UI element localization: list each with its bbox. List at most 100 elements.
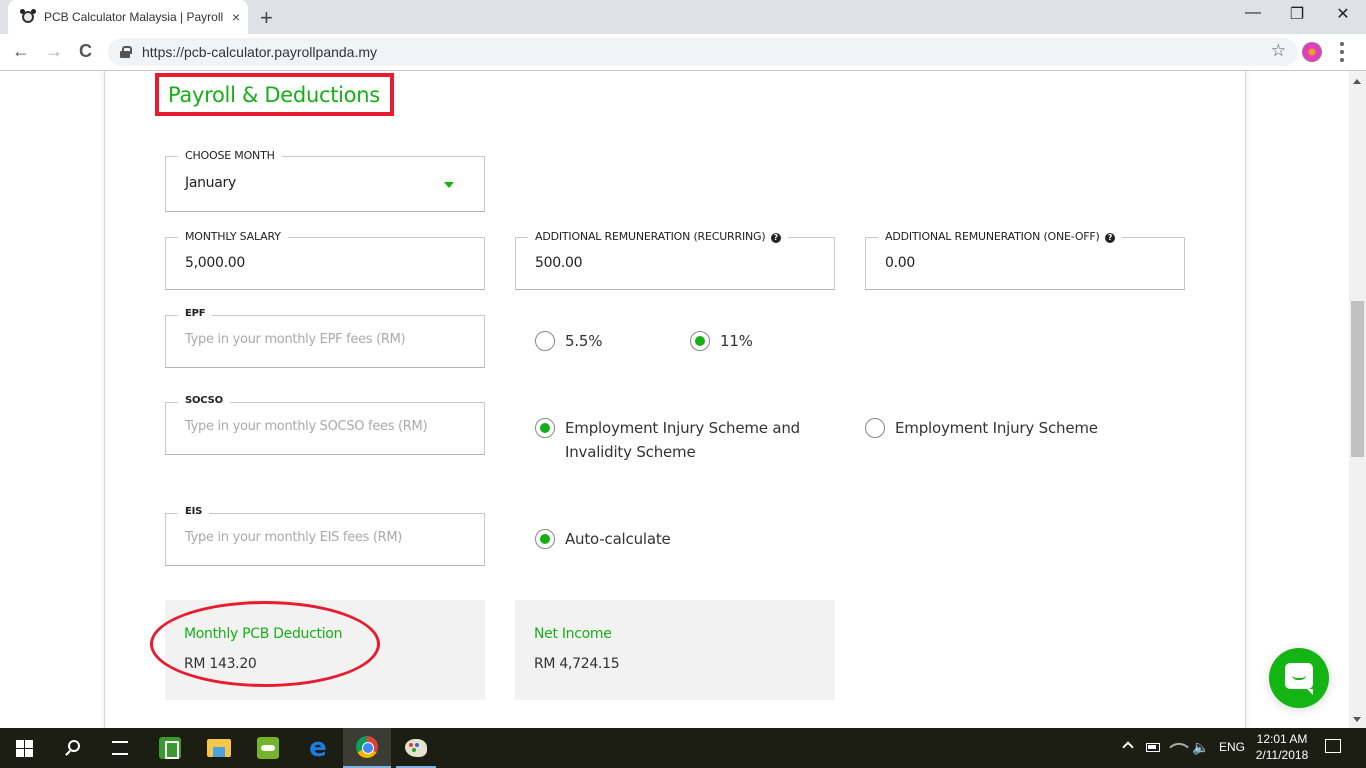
radio-selected-icon[interactable] — [690, 331, 710, 351]
language-indicator[interactable]: ENG — [1219, 740, 1245, 754]
edge-icon: e — [309, 733, 327, 763]
panda-favicon-icon — [20, 9, 36, 25]
taskbar-app-cloud[interactable] — [244, 728, 292, 768]
forward-button[interactable]: → — [45, 41, 63, 62]
socso-option-label: Employment Injury Scheme — [895, 419, 1098, 437]
net-income-value: RM 4,724.15 — [534, 656, 620, 672]
epf-option-label: 11% — [720, 332, 753, 350]
help-icon[interactable]: ? — [1104, 233, 1115, 243]
tab-title: PCB Calculator Malaysia | PayrollPanda — [44, 10, 224, 24]
monthly-salary-field[interactable]: MONTHLY SALARY 5,000.00 — [165, 230, 485, 290]
eis-input[interactable] — [185, 530, 465, 545]
net-income-card: Net Income RM 4,724.15 — [515, 600, 835, 700]
start-button[interactable] — [0, 728, 48, 768]
page-viewport: Payroll & Deductions CHOOSE MONTH Januar… — [0, 71, 1349, 728]
address-bar[interactable]: https://pcb-calculator.payrollpanda.my ☆ — [108, 38, 1298, 66]
browser-tab[interactable]: PCB Calculator Malaysia | PayrollPanda × — [8, 0, 248, 34]
radio-selected-icon[interactable] — [535, 418, 555, 438]
task-view-button[interactable] — [96, 728, 144, 768]
notes-app-icon — [159, 737, 181, 759]
battery-icon[interactable] — [1146, 743, 1160, 752]
radio-unselected-icon[interactable] — [865, 418, 885, 438]
month-select[interactable]: CHOOSE MONTH January — [165, 149, 485, 212]
url-text[interactable]: https://pcb-calculator.payrollpanda.my — [142, 44, 377, 60]
tab-strip: PCB Calculator Malaysia | PayrollPanda ×… — [0, 0, 1366, 34]
socso-option-eis[interactable]: Employment Injury Scheme — [865, 418, 1098, 440]
pcb-result-label: Monthly PCB Deduction — [184, 626, 343, 642]
lock-icon — [120, 46, 132, 58]
taskbar-app-paint[interactable] — [392, 728, 440, 768]
additional-recurring-label-text: ADDITIONAL REMUNERATION (RECURRING) — [535, 230, 766, 243]
socso-field: SOCSO — [165, 395, 485, 455]
epf-label: EPF — [178, 308, 213, 319]
pcb-result-card: Monthly PCB Deduction RM 143.20 — [165, 600, 485, 700]
socso-option-label: Employment Injury Scheme and Invalidity … — [565, 419, 800, 461]
tab-close-icon[interactable]: × — [232, 9, 240, 25]
chrome-icon — [356, 736, 378, 758]
eis-option-auto[interactable]: Auto-calculate — [535, 529, 671, 551]
scroll-thumb[interactable] — [1351, 301, 1364, 457]
bookmark-star-icon[interactable]: ☆ — [1271, 41, 1286, 61]
net-income-label: Net Income — [534, 626, 612, 642]
minimize-button[interactable]: — — [1230, 4, 1276, 22]
show-hidden-icons-chevron-icon[interactable] — [1122, 741, 1134, 753]
windows-logo-icon — [15, 739, 33, 757]
help-icon[interactable]: ? — [770, 233, 781, 243]
additional-oneoff-value[interactable]: 0.00 — [885, 255, 915, 271]
taskbar-search-button[interactable] — [48, 728, 96, 768]
additional-oneoff-label: ADDITIONAL REMUNERATION (ONE-OFF) ? — [878, 230, 1122, 243]
additional-oneoff-field[interactable]: ADDITIONAL REMUNERATION (ONE-OFF) ? 0.00 — [865, 230, 1185, 290]
taskbar-app-file-explorer[interactable] — [195, 728, 243, 768]
browser-toolbar: ← → C https://pcb-calculator.payrollpand… — [0, 34, 1366, 71]
eis-option-label: Auto-calculate — [565, 530, 671, 548]
additional-recurring-value[interactable]: 500.00 — [535, 255, 582, 271]
monthly-salary-label: MONTHLY SALARY — [178, 230, 288, 243]
search-icon — [68, 740, 80, 752]
windows-taskbar: e 🔈 ENG 12:01 AM 2/11/2018 — [0, 728, 1366, 768]
additional-recurring-label: ADDITIONAL REMUNERATION (RECURRING) ? — [528, 230, 788, 243]
back-button[interactable]: ← — [12, 41, 30, 62]
taskbar-app-notes[interactable] — [146, 728, 194, 768]
paint-icon — [405, 739, 427, 757]
epf-option-5-5[interactable]: 5.5% — [535, 331, 603, 353]
action-center-icon[interactable] — [1325, 739, 1341, 753]
section-title: Payroll & Deductions — [155, 73, 394, 116]
month-value: January — [185, 175, 236, 191]
taskbar-app-chrome[interactable] — [343, 728, 391, 768]
scroll-up-icon[interactable] — [1353, 79, 1361, 84]
radio-selected-icon[interactable] — [535, 529, 555, 549]
radio-unselected-icon[interactable] — [535, 331, 555, 351]
volume-icon[interactable]: 🔈 — [1192, 739, 1209, 756]
close-window-button[interactable]: ✕ — [1320, 4, 1366, 24]
epf-option-11[interactable]: 11% — [690, 331, 753, 353]
clock-time: 12:01 AM — [1256, 732, 1308, 746]
cloud-app-icon — [257, 737, 279, 759]
eis-label: EIS — [178, 506, 210, 517]
additional-oneoff-label-text: ADDITIONAL REMUNERATION (ONE-OFF) — [885, 230, 1100, 243]
pcb-result-value: RM 143.20 — [184, 656, 257, 672]
epf-input[interactable] — [185, 332, 465, 347]
taskbar-app-edge[interactable]: e — [294, 728, 342, 768]
epf-option-label: 5.5% — [565, 332, 603, 350]
clock[interactable]: 12:01 AM 2/11/2018 — [1254, 731, 1310, 763]
calculator-container: Payroll & Deductions CHOOSE MONTH Januar… — [104, 71, 1246, 728]
restore-button[interactable]: ❐ — [1274, 4, 1320, 24]
chat-launcher-button[interactable] — [1269, 648, 1329, 708]
scroll-down-icon[interactable] — [1353, 717, 1361, 722]
socso-option-eis-invalidity[interactable]: Employment Injury Scheme and Invalidity … — [535, 418, 815, 464]
wifi-icon[interactable] — [1169, 737, 1189, 757]
dropdown-caret-icon[interactable] — [444, 182, 454, 188]
new-tab-button[interactable]: + — [260, 5, 273, 31]
browser-menu-icon[interactable] — [1340, 42, 1344, 62]
task-view-icon — [112, 741, 128, 755]
socso-input[interactable] — [185, 419, 465, 434]
vertical-scrollbar[interactable] — [1349, 71, 1366, 728]
folder-icon — [207, 739, 231, 757]
monthly-salary-value[interactable]: 5,000.00 — [185, 255, 245, 271]
additional-recurring-field[interactable]: ADDITIONAL REMUNERATION (RECURRING) ? 50… — [515, 230, 835, 290]
month-label: CHOOSE MONTH — [178, 149, 282, 162]
reload-button[interactable]: C — [79, 41, 92, 62]
clock-date: 2/11/2018 — [1255, 748, 1309, 762]
epf-field: EPF — [165, 308, 485, 368]
profile-avatar[interactable] — [1302, 42, 1322, 62]
